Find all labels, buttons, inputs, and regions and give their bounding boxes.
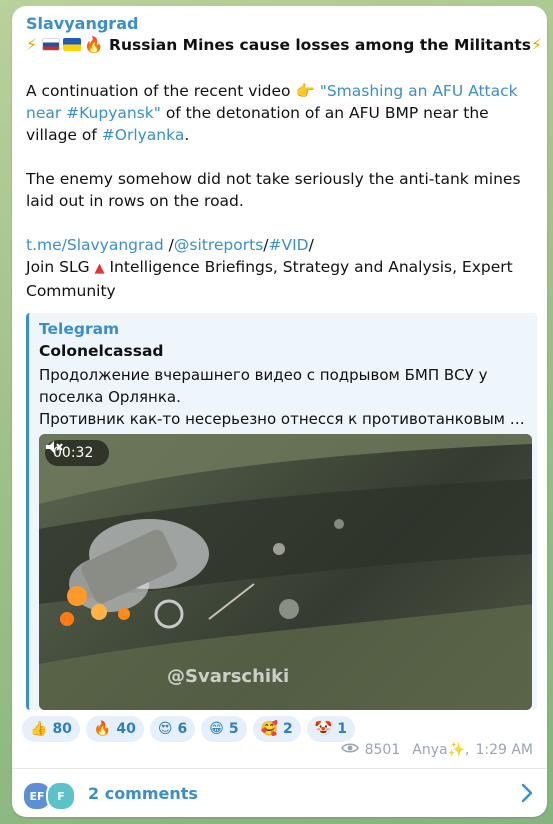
reaction-count: 2	[283, 721, 293, 737]
chevron-right-icon[interactable]	[521, 783, 533, 807]
video-preview[interactable]: 00:32 @Svarschiki	[39, 434, 532, 710]
channel-name[interactable]: Slavyangrad	[26, 14, 138, 33]
reaction-count: 5	[228, 721, 239, 737]
lightning-icon: ⚡	[26, 36, 37, 54]
join-text: Join SLG	[26, 258, 90, 276]
flag-ua-icon	[63, 38, 82, 51]
reaction-grin[interactable]: 😁 5	[201, 716, 247, 742]
quote-line: Продолжение вчерашнего видео с подрывом …	[39, 366, 488, 406]
reaction-heart-eyes[interactable]: 😍 6	[149, 716, 196, 742]
grin-icon: 😁	[209, 721, 224, 737]
paragraph-mines: The enemy somehow did not take seriously…	[26, 170, 521, 210]
lightning-icon: ⚡	[530, 36, 542, 54]
message-card: Slavyangrad ⚡ 🔥 Russian Mines cause loss…	[12, 6, 547, 817]
quote-author: Colonelcassad	[39, 342, 164, 360]
reaction-count: 40	[116, 721, 136, 737]
sitreports-link[interactable]: @sitreports	[174, 236, 263, 254]
view-count: 8501	[364, 742, 401, 758]
reaction-count: 1	[337, 721, 347, 737]
flag-ru-icon	[42, 38, 61, 51]
comments-row[interactable]: EF F 2 comments	[12, 769, 547, 817]
paragraph-text: .	[184, 126, 190, 144]
pointing-hand-icon: 👉	[295, 82, 315, 100]
reactions-bar: 👍 80 🔥 40 😍 6 😁 5 🥰 2 🤡 1	[22, 716, 355, 742]
reaction-clown[interactable]: 🤡 1	[306, 716, 355, 742]
message-headline: ⚡ 🔥 Russian Mines cause losses among the…	[26, 36, 542, 54]
avatar: F	[46, 781, 76, 811]
paragraph-continuation: A continuation of the recent video 👉 "Sm…	[26, 80, 531, 146]
fire-icon: 🔥	[93, 721, 112, 737]
video-watermark: @Svarschiki	[167, 666, 290, 687]
headline-text: Russian Mines cause losses among the Mil…	[109, 36, 531, 54]
video-duration-badge[interactable]: 00:32	[45, 440, 110, 466]
post-author: Anya✨,	[412, 742, 470, 758]
quote-line: Противник как-то несерьезно отнесся к пр…	[39, 410, 529, 428]
smiling-hearts-icon: 🥰	[260, 721, 278, 737]
separator-text: /	[163, 236, 174, 254]
clown-icon: 🤡	[314, 721, 333, 737]
forwarded-quote[interactable]: Telegram Colonelcassad Продолжение вчера…	[26, 313, 537, 710]
quote-source: Telegram	[39, 320, 120, 338]
vid-hashtag-link[interactable]: #VID	[269, 236, 309, 254]
heart-eyes-icon: 😍	[157, 721, 173, 737]
reaction-smiling-hearts[interactable]: 🥰 2	[252, 716, 301, 742]
quote-text: Продолжение вчерашнего видео с подрывом …	[39, 364, 529, 430]
eye-icon	[340, 742, 359, 758]
reaction-fire[interactable]: 🔥 40	[85, 716, 144, 742]
thumbs-up-icon: 👍	[30, 721, 48, 737]
post-time: 1:29 AM	[475, 742, 533, 758]
channel-link[interactable]: t.me/Slavyangrad	[26, 236, 164, 254]
reaction-thumbs-up[interactable]: 👍 80	[22, 716, 80, 742]
reaction-count: 6	[177, 721, 188, 737]
fire-icon: 🔥	[84, 36, 104, 54]
links-line: t.me/Slavyangrad /@sitreports/#VID/ Join…	[26, 234, 531, 302]
red-triangle-icon: ▲	[94, 261, 105, 276]
message-meta: 8501 Anya✨, 1:29 AM	[340, 742, 533, 758]
paragraph-text: A continuation of the recent video	[26, 82, 291, 100]
separator-text: /	[308, 236, 314, 254]
reaction-count: 80	[52, 721, 72, 737]
hashtag-link[interactable]: #Orlyanka	[102, 126, 185, 144]
comments-label[interactable]: 2 comments	[88, 784, 198, 803]
